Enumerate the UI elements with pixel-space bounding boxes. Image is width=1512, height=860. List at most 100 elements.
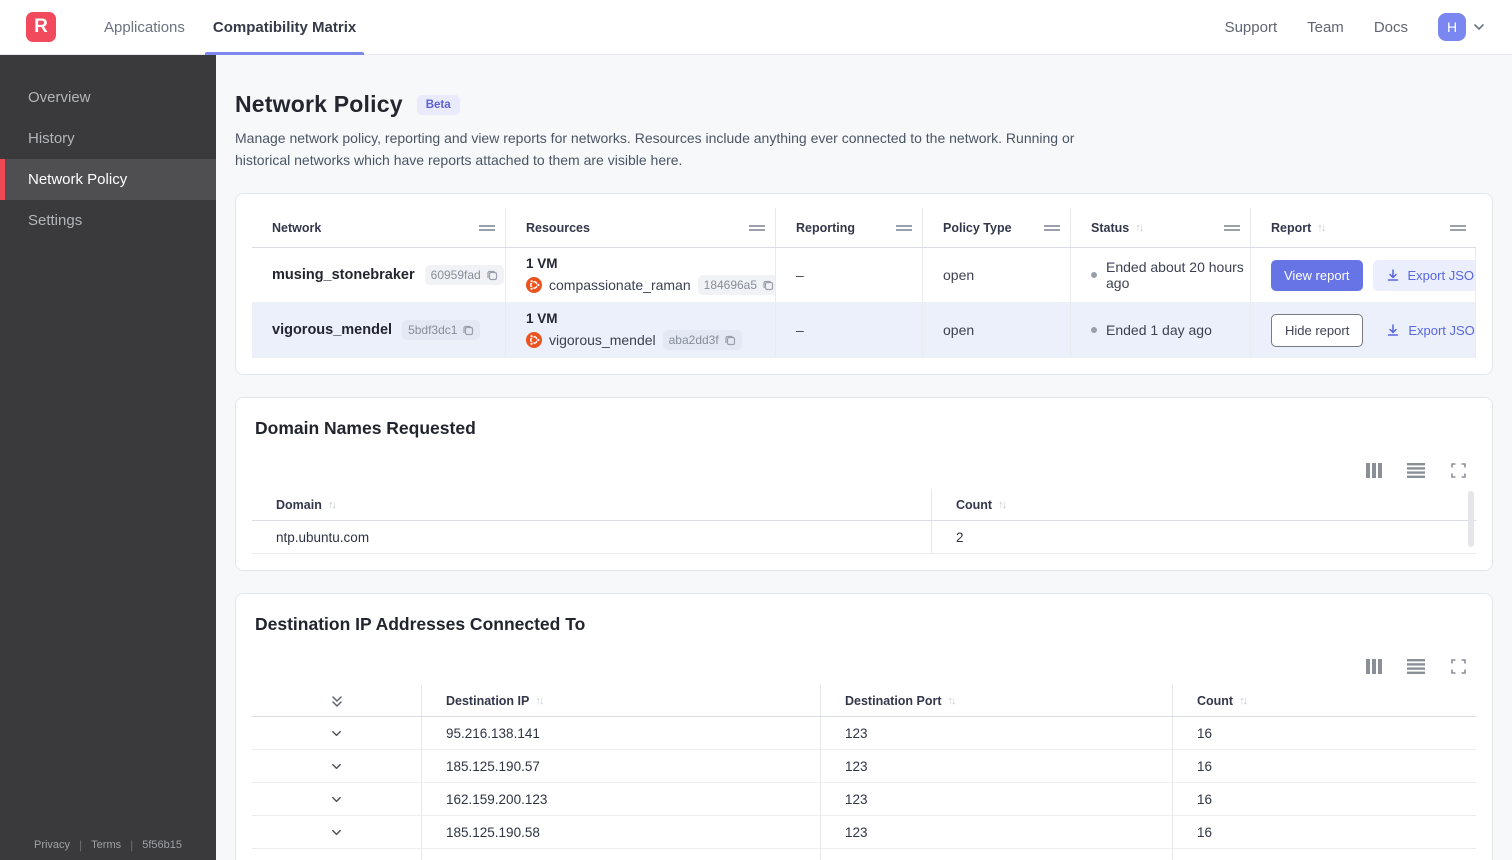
col-domain[interactable]: Domain ↑↓	[252, 489, 931, 520]
rows-icon[interactable]	[1406, 657, 1426, 675]
sort-icon[interactable]: ↑↓	[1135, 222, 1144, 234]
export-json-button[interactable]: Export JSON	[1372, 259, 1475, 291]
network-row[interactable]: musing_stonebraker 60959fad 1 VM compass…	[252, 248, 1476, 304]
row-expand-toggle[interactable]	[252, 750, 421, 782]
domains-card-title: Domain Names Requested	[255, 418, 476, 439]
row-expand-toggle[interactable]	[252, 849, 421, 860]
build-hash: 5f56b15	[142, 839, 183, 851]
sidebar: Overview History Network Policy Settings…	[0, 55, 216, 860]
sidebar-item-network-policy[interactable]: Network Policy	[0, 159, 216, 200]
destination-row[interactable]: 95.216.100.21 123 16	[252, 849, 1476, 860]
count-cell: 2	[931, 521, 1476, 554]
chevron-down-icon	[332, 763, 341, 769]
support-link[interactable]: Support	[1225, 19, 1278, 36]
status-cell: Ended 1 day ago	[1071, 303, 1251, 358]
row-expand-toggle[interactable]	[252, 783, 421, 815]
domains-toolbar	[252, 461, 1468, 479]
ip-cell: 95.216.138.141	[421, 717, 820, 750]
network-row[interactable]: vigorous_mendel 5bdf3dc1 1 VM vigorous_m…	[252, 303, 1476, 359]
column-resize-handle[interactable]	[749, 223, 765, 233]
expand-icon[interactable]	[1448, 461, 1468, 479]
network-id-badge[interactable]: 5bdf3dc1	[402, 320, 481, 341]
sidebar-item-settings[interactable]: Settings	[0, 200, 216, 241]
columns-icon[interactable]	[1364, 657, 1384, 675]
terms-link[interactable]: Terms	[91, 839, 121, 851]
column-resize-handle[interactable]	[1450, 223, 1466, 233]
sort-icon[interactable]: ↑↓	[1317, 222, 1326, 234]
col-resources[interactable]: Resources	[506, 208, 776, 248]
domains-table-header: Domain ↑↓ Count ↑↓	[252, 489, 1476, 522]
col-reporting[interactable]: Reporting	[776, 208, 923, 248]
column-resize-handle[interactable]	[1224, 223, 1240, 233]
count-cell: 16	[1172, 783, 1476, 816]
table-scrollbar[interactable]	[1468, 491, 1474, 548]
app-logo[interactable]: R	[26, 12, 56, 42]
sort-icon[interactable]: ↑↓	[948, 695, 957, 707]
columns-icon[interactable]	[1364, 461, 1384, 479]
team-link[interactable]: Team	[1307, 19, 1344, 36]
expand-all-toggle[interactable]	[252, 685, 421, 716]
ip-cell: 185.125.190.58	[421, 816, 820, 849]
vm-id-badge[interactable]: aba2dd3f	[662, 329, 742, 350]
ip-cell: 95.216.100.21	[421, 849, 820, 860]
vm-name: compassionate_raman	[549, 276, 691, 293]
col-destination-ip[interactable]: Destination IP ↑↓	[421, 685, 820, 717]
hide-report-button[interactable]: Hide report	[1271, 313, 1364, 347]
chevron-down-icon	[1472, 20, 1486, 34]
view-report-button[interactable]: View report	[1271, 259, 1363, 291]
col-network[interactable]: Network	[252, 208, 506, 248]
rows-icon[interactable]	[1406, 461, 1426, 479]
docs-link[interactable]: Docs	[1374, 19, 1408, 36]
row-expand-toggle[interactable]	[252, 816, 421, 848]
destination-row[interactable]: 95.216.138.141 123 16	[252, 717, 1476, 751]
copy-icon	[725, 335, 735, 345]
sort-icon[interactable]: ↑↓	[1239, 695, 1248, 707]
domain-row[interactable]: ntp.ubuntu.com 2	[252, 521, 1476, 555]
col-status[interactable]: Status ↑↓	[1071, 208, 1251, 248]
privacy-link[interactable]: Privacy	[34, 839, 70, 851]
active-tab-indicator	[204, 51, 365, 55]
chevron-down-icon	[332, 730, 341, 736]
col-count[interactable]: Count ↑↓	[1172, 685, 1476, 717]
destination-row[interactable]: 185.125.190.58 123 16	[252, 816, 1476, 850]
sort-icon[interactable]: ↑↓	[328, 499, 337, 511]
report-cell: Hide report Export JSON	[1251, 303, 1476, 358]
tab-compatibility-matrix[interactable]: Compatibility Matrix	[199, 0, 370, 55]
column-resize-handle[interactable]	[479, 223, 495, 233]
col-destination-port[interactable]: Destination Port ↑↓	[820, 685, 1172, 717]
resources-cell: 1 VM vigorous_mendel aba2dd3f	[506, 303, 776, 358]
tab-applications[interactable]: Applications	[90, 0, 199, 55]
page-description: Manage network policy, reporting and vie…	[235, 130, 1075, 168]
policy-type-cell: open	[923, 303, 1071, 358]
vm-id-badge[interactable]: 184696a5	[697, 274, 775, 295]
sort-icon[interactable]: ↑↓	[998, 499, 1007, 511]
col-count[interactable]: Count ↑↓	[931, 489, 1476, 521]
networks-table-header: Network Resources Reporting Policy Type	[252, 208, 1476, 249]
report-cell: View report Export JSON	[1251, 248, 1476, 303]
col-policy-type[interactable]: Policy Type	[923, 208, 1071, 248]
expand-icon[interactable]	[1448, 657, 1468, 675]
column-resize-handle[interactable]	[896, 223, 912, 233]
chevron-down-icon	[332, 796, 341, 802]
destinations-toolbar	[252, 657, 1468, 675]
count-cell: 16	[1172, 849, 1476, 860]
avatar: H	[1438, 13, 1466, 41]
row-expand-toggle[interactable]	[252, 717, 421, 749]
sort-icon[interactable]: ↑↓	[535, 695, 544, 707]
sidebar-item-overview[interactable]: Overview	[0, 77, 216, 118]
export-json-button[interactable]: Export JSON	[1373, 315, 1475, 346]
nav-tabs: Applications Compatibility Matrix	[90, 0, 370, 55]
resources-cell: 1 VM compassionate_raman 184696a5	[506, 248, 776, 303]
network-id-badge[interactable]: 60959fad	[424, 265, 504, 286]
user-menu[interactable]: H	[1438, 13, 1486, 41]
destination-row[interactable]: 162.159.200.123 123 16	[252, 783, 1476, 817]
sidebar-item-history[interactable]: History	[0, 118, 216, 159]
destination-row[interactable]: 185.125.190.57 123 16	[252, 750, 1476, 784]
destinations-card: Destination IP Addresses Connected To De…	[235, 593, 1493, 860]
ip-cell: 185.125.190.57	[421, 750, 820, 783]
count-cell: 16	[1172, 750, 1476, 783]
destinations-card-title: Destination IP Addresses Connected To	[255, 614, 586, 635]
col-report[interactable]: Report ↑↓	[1251, 208, 1476, 247]
reporting-cell: –	[776, 303, 923, 358]
column-resize-handle[interactable]	[1044, 223, 1060, 233]
